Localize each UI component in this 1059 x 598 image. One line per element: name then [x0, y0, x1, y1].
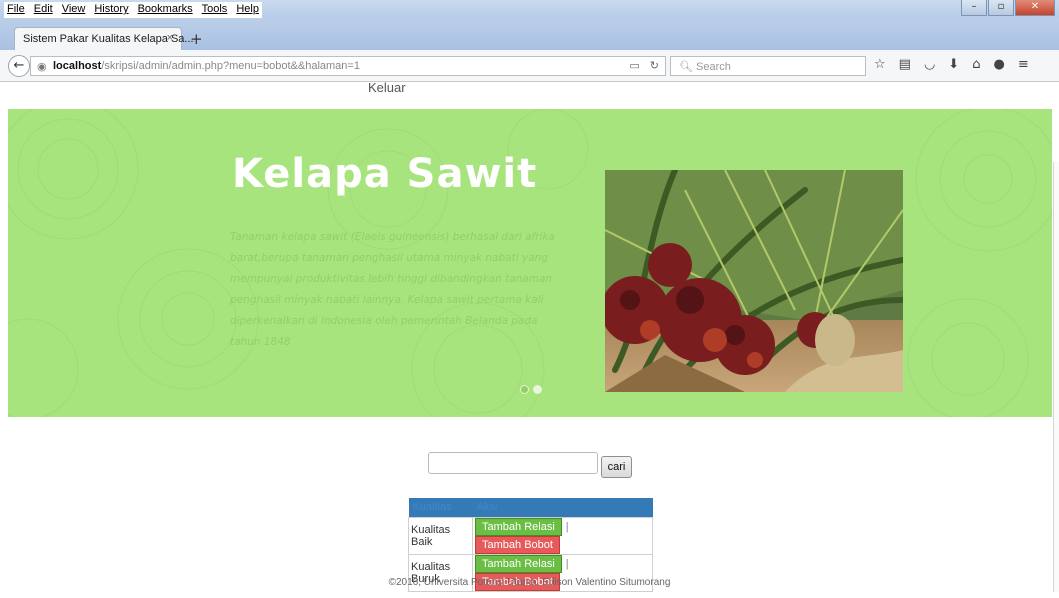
tambah-bobot-button[interactable]: Tambah Bobot: [475, 535, 560, 554]
menu-bookmarks[interactable]: Bookmarks: [138, 2, 193, 18]
carousel-dot-2[interactable]: [533, 385, 542, 394]
url-host: localhost: [53, 60, 102, 72]
carousel-dot-1[interactable]: [520, 385, 529, 394]
menu-history[interactable]: History: [94, 2, 128, 18]
page-scrollbar[interactable]: [1053, 162, 1059, 592]
download-icon[interactable]: ⬇: [948, 57, 959, 72]
search-button[interactable]: cari: [601, 456, 632, 478]
menu-file[interactable]: File: [7, 2, 25, 18]
home-icon[interactable]: ⌂: [972, 57, 980, 72]
carousel-indicators: [520, 385, 542, 394]
action-separator: |: [565, 520, 569, 533]
table-row: Kualitas Baik Tambah Relasi | Tambah Bobot: [408, 516, 653, 555]
menu-edit[interactable]: Edit: [34, 2, 53, 18]
page-footer: ©2016, Universita Potensi Utama, Edison …: [388, 577, 671, 588]
kualitas-cell: Kualitas Baik: [408, 516, 473, 555]
star-icon[interactable]: ☆: [874, 57, 886, 72]
minimize-button[interactable]: –: [961, 0, 987, 16]
url-actions: ▭ ↻: [629, 59, 659, 72]
search-input[interactable]: [428, 452, 598, 474]
hero-carousel: Kelapa Sawit Tanaman kelapa sawit (Elaei…: [8, 109, 1052, 417]
toolbar-icons: ☆ ▤ ◡ ⬇ ⌂ ● ≡: [874, 57, 1029, 72]
action-separator: |: [565, 557, 569, 570]
menu-help[interactable]: Help: [236, 2, 259, 18]
hello-icon[interactable]: ●: [993, 57, 1004, 72]
aksi-cell: Tambah Relasi | Tambah Bobot: [472, 516, 653, 555]
back-arrow-icon[interactable]: ←: [8, 55, 30, 77]
tab-close-icon[interactable]: ×: [167, 32, 173, 44]
window-controls: – ▫ ✕: [961, 0, 1055, 16]
oil-palm-photo: [605, 170, 903, 392]
table-header-row: Kualitas Aksi: [408, 498, 653, 517]
search-bar-placeholder: Search: [696, 61, 731, 73]
pocket-icon[interactable]: ◡: [924, 57, 935, 72]
new-tab-button[interactable]: +: [190, 30, 203, 48]
url-bar[interactable]: ◉ localhost/skripsi/admin/admin.php?menu…: [30, 56, 666, 76]
bookmarks-list-icon[interactable]: ▤: [899, 57, 911, 72]
header-kualitas: Kualitas: [408, 498, 473, 517]
tambah-relasi-button[interactable]: Tambah Relasi: [475, 517, 562, 536]
navigation-toolbar: ← ◉ localhost/skripsi/admin/admin.php?me…: [0, 50, 1059, 82]
browser-tab[interactable]: Sistem Pakar Kualitas Kelapa Sa... ×: [14, 27, 194, 51]
maximize-button[interactable]: ▫: [988, 0, 1014, 16]
close-window-button[interactable]: ✕: [1015, 0, 1055, 16]
search-bar[interactable]: 🔍︎ Search: [670, 56, 866, 76]
header-aksi: Aksi: [472, 498, 653, 517]
reload-icon[interactable]: ↻: [650, 59, 659, 72]
site-info-icon[interactable]: ◉: [37, 60, 47, 73]
menu-bar: File Edit View History Bookmarks Tools H…: [4, 2, 262, 18]
menu-view[interactable]: View: [62, 2, 86, 18]
hero-description: Tanaman kelapa sawit (Elaeis guineensis)…: [230, 231, 555, 348]
window-titlebar: File Edit View History Bookmarks Tools H…: [0, 0, 1059, 18]
hero-title: Kelapa Sawit: [232, 151, 538, 197]
url-path: /skripsi/admin/admin.php?menu=bobot&&hal…: [101, 60, 360, 72]
menu-tools[interactable]: Tools: [202, 2, 228, 18]
menu-icon[interactable]: ≡: [1018, 57, 1029, 72]
logout-link[interactable]: Keluar: [368, 80, 406, 95]
tambah-relasi-button[interactable]: Tambah Relasi: [475, 554, 562, 573]
reader-view-icon[interactable]: ▭: [629, 59, 639, 72]
